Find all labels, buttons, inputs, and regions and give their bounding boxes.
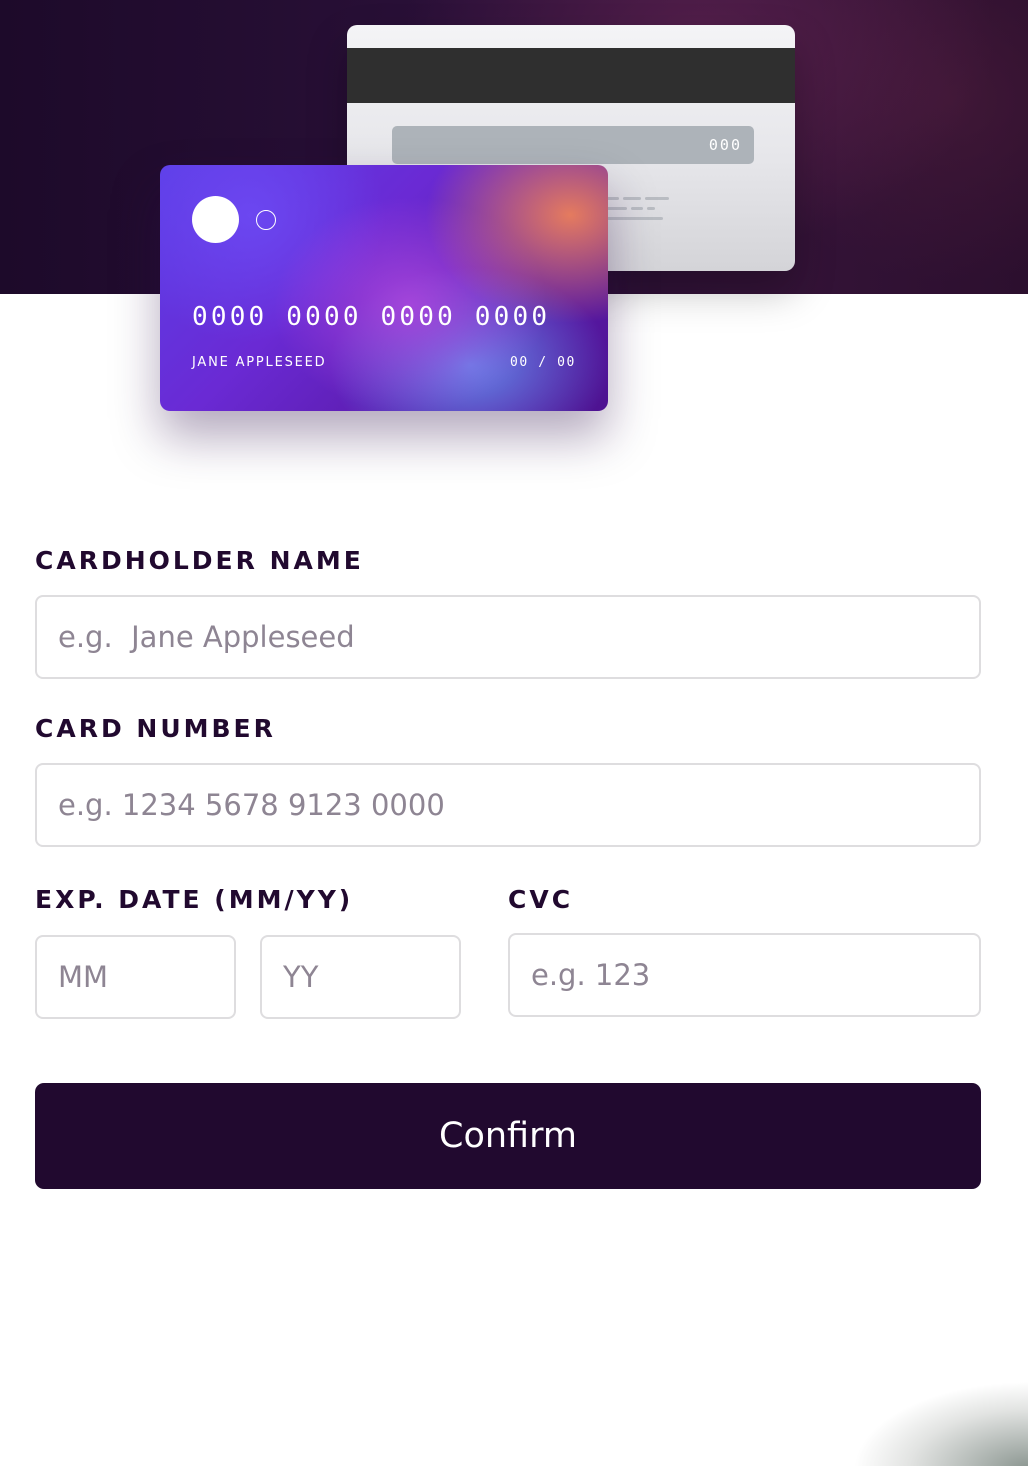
card-front-expiry: 00 / 00 <box>510 355 576 370</box>
card-front-holder-name: JANE APPLESEED <box>192 355 327 370</box>
cvc-input[interactable] <box>508 933 981 1017</box>
card-back-decoration <box>605 197 675 227</box>
card-number-label: CARD NUMBER <box>35 714 276 743</box>
confirm-button[interactable]: Confirm <box>35 1083 981 1189</box>
card-details-page: 000 0000 0000 0000 0000 JANE APPLESEED 0… <box>0 0 1028 1466</box>
card-number-input[interactable] <box>35 763 981 847</box>
corner-shadow-decoration <box>760 1370 1028 1466</box>
cardholder-name-input[interactable] <box>35 595 981 679</box>
magnetic-stripe <box>347 48 795 103</box>
card-back-cvc: 000 <box>708 136 742 154</box>
exp-date-label: EXP. DATE (MM/YY) <box>35 885 354 914</box>
card-logo-circle-icon <box>192 196 239 243</box>
cardholder-name-label: CARDHOLDER NAME <box>35 546 364 575</box>
card-logo-ring-icon <box>256 210 276 230</box>
card-front-number: 0000 0000 0000 0000 <box>192 302 551 332</box>
card-front: 0000 0000 0000 0000 JANE APPLESEED 00 / … <box>160 165 608 411</box>
signature-strip: 000 <box>392 126 754 164</box>
exp-month-input[interactable] <box>35 935 236 1019</box>
cvc-label: CVC <box>508 885 574 914</box>
exp-year-input[interactable] <box>260 935 461 1019</box>
